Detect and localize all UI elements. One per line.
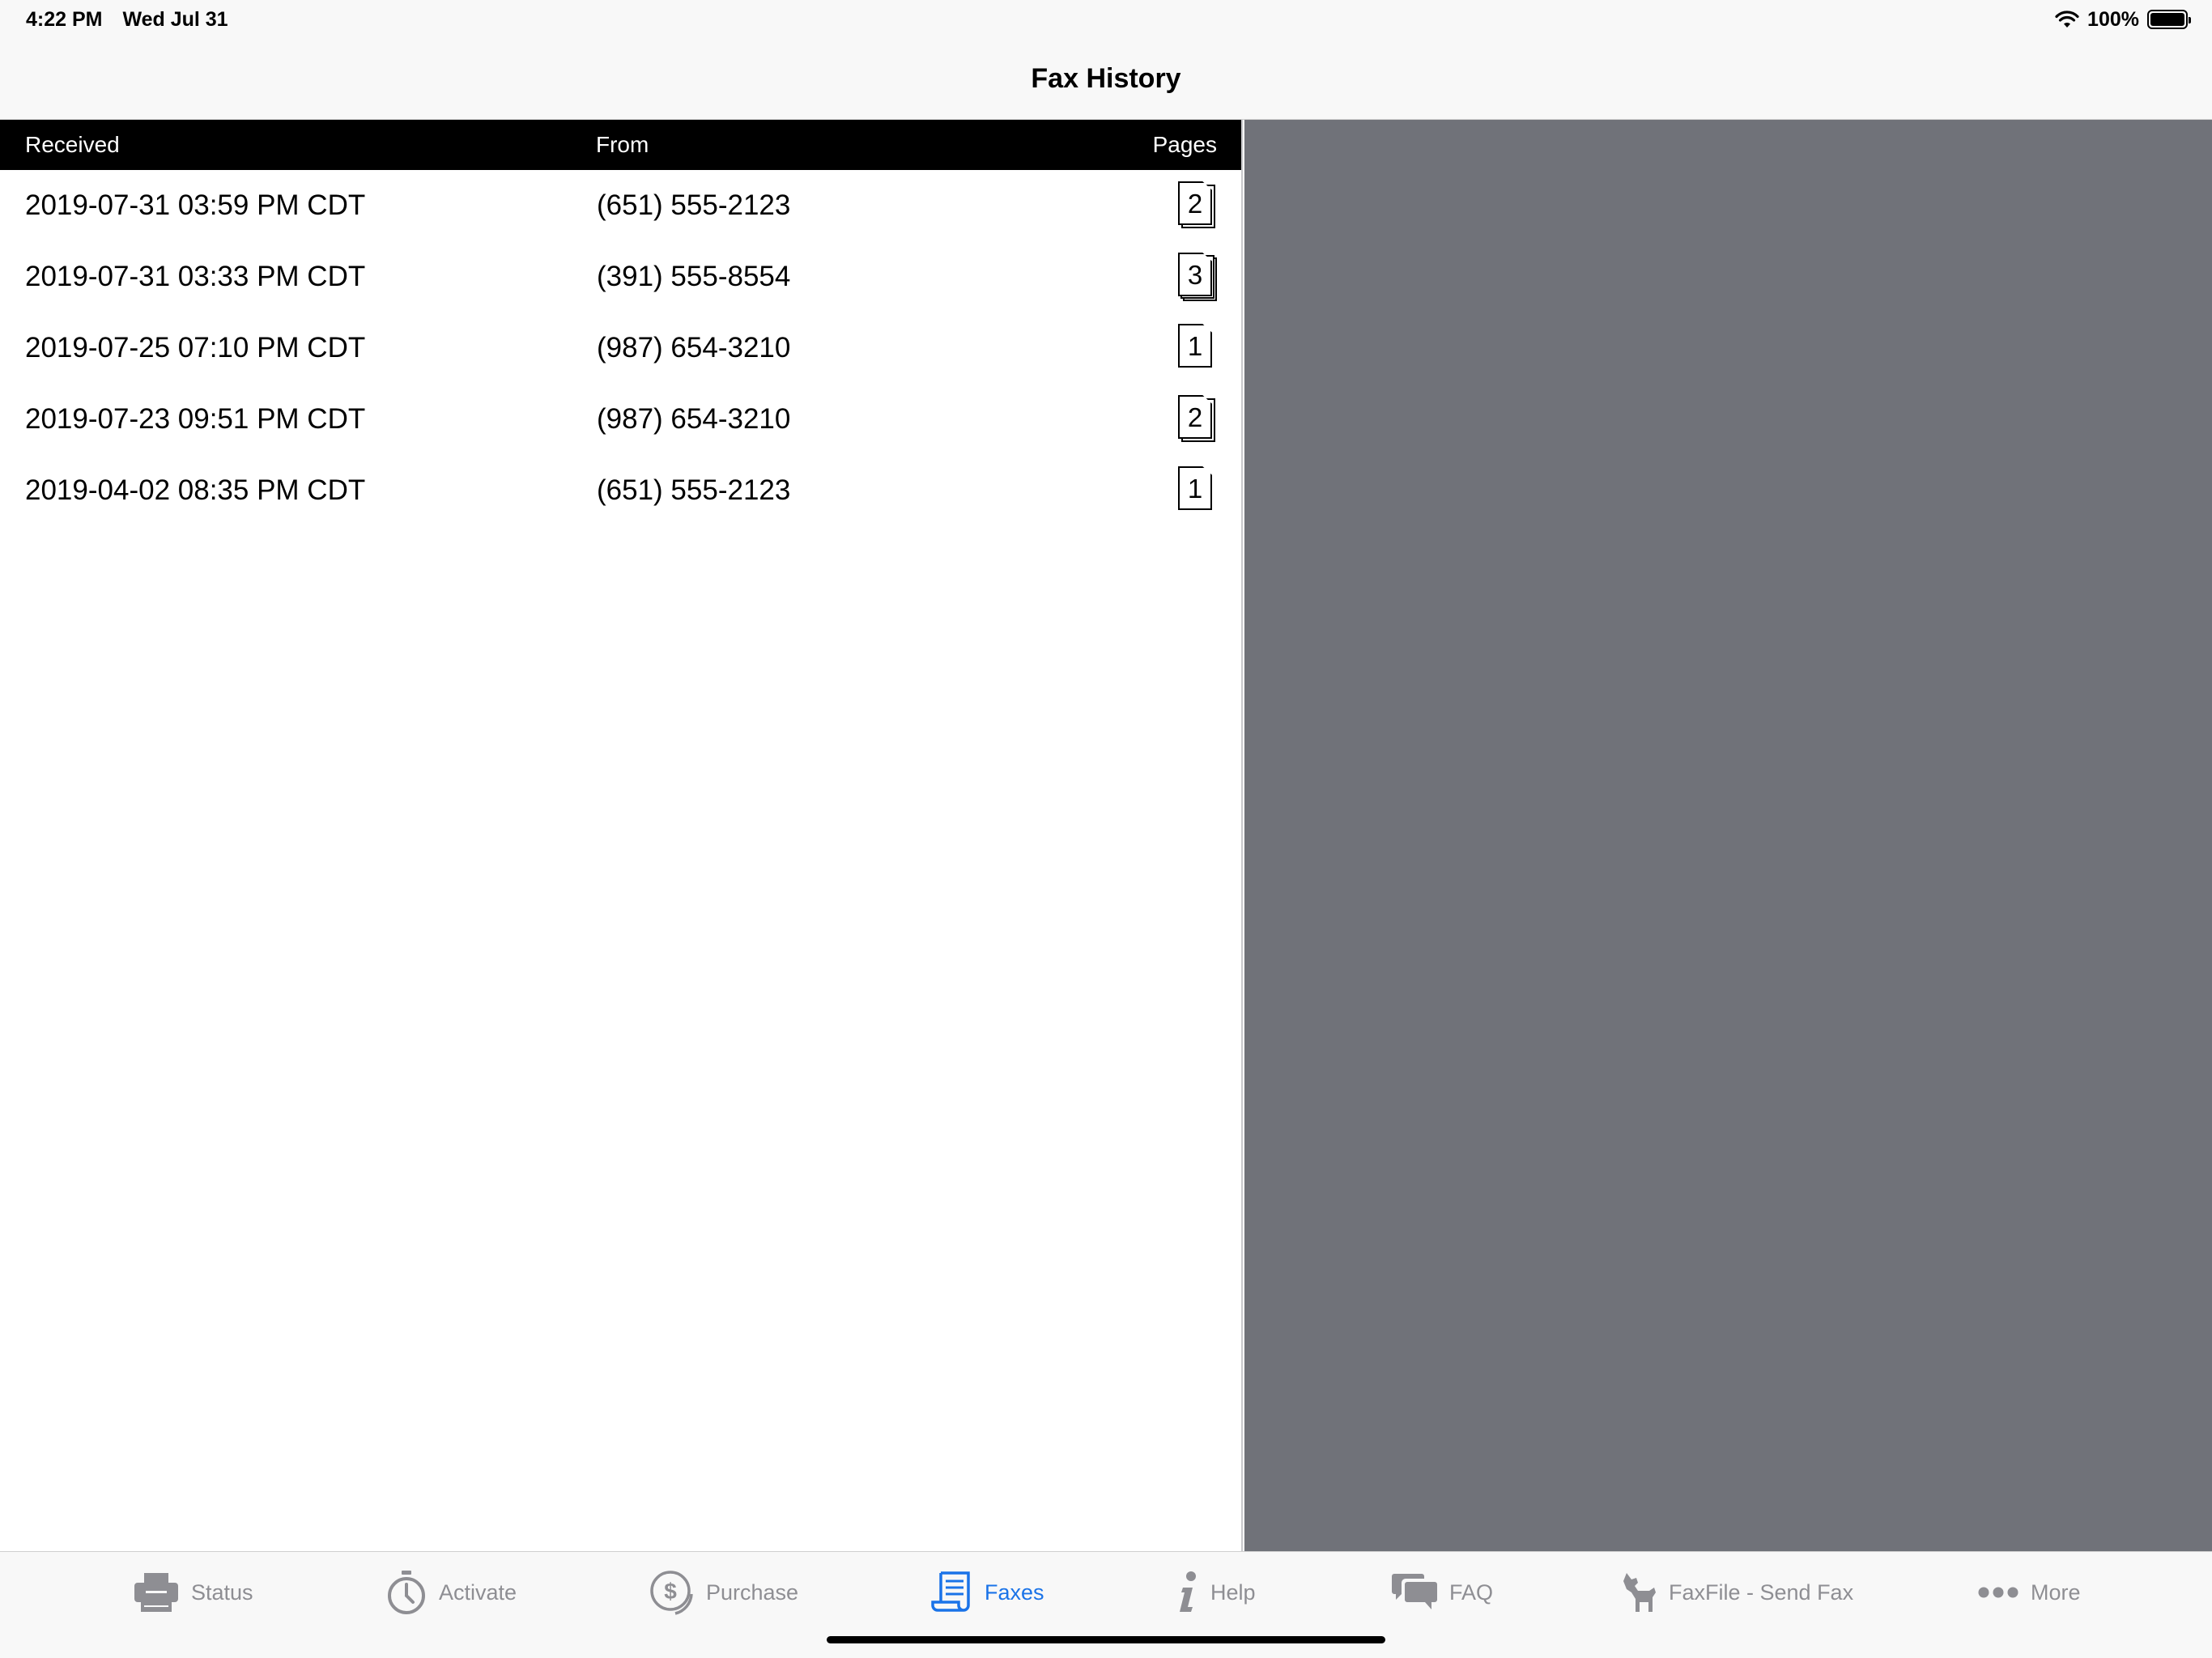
tab-label: Status <box>191 1579 253 1605</box>
received-cell: 2019-07-23 09:51 PM CDT <box>25 403 366 435</box>
page-title: Fax History <box>1031 63 1181 94</box>
table-body: 2019-07-31 03:59 PM CDT (651) 555-2123 2… <box>0 170 1241 526</box>
page-count-icon: 1 <box>1178 324 1217 371</box>
tab-label: FAQ <box>1449 1579 1494 1605</box>
home-indicator[interactable] <box>827 1636 1385 1643</box>
status-bar: 4:22 PM Wed Jul 31 100% <box>0 0 2212 39</box>
table-row[interactable]: 2019-07-31 03:33 PM CDT (391) 555-8554 3 <box>0 241 1241 312</box>
table-header: Received From Pages <box>0 120 1241 170</box>
tab-more[interactable]: More <box>1977 1570 2081 1615</box>
tab-label: Help <box>1210 1579 1256 1605</box>
tab-label: FaxFile - Send Fax <box>1669 1579 1854 1605</box>
page-count: 1 <box>1178 324 1212 368</box>
tab-label: Purchase <box>706 1579 799 1605</box>
page-count: 2 <box>1178 395 1212 439</box>
column-header-from: From <box>596 132 649 157</box>
received-cell: 2019-07-25 07:10 PM CDT <box>25 332 366 363</box>
column-header-received: Received <box>25 132 120 157</box>
fax-history-list: Received From Pages 2019-07-31 03:59 PM … <box>0 120 1243 1551</box>
table-row[interactable]: 2019-07-23 09:51 PM CDT (987) 654-3210 2 <box>0 384 1241 455</box>
page-count: 3 <box>1178 253 1212 296</box>
received-cell: 2019-07-31 03:33 PM CDT <box>25 261 366 292</box>
tab-bar: Status Activate $ Purchase Faxes Help FA… <box>0 1551 2212 1658</box>
tab-faxes[interactable]: Faxes <box>931 1570 1044 1615</box>
from-cell: (651) 555-2123 <box>597 189 791 221</box>
table-row[interactable]: 2019-07-25 07:10 PM CDT (987) 654-3210 1 <box>0 312 1241 384</box>
tab-purchase[interactable]: $ Purchase <box>649 1570 798 1615</box>
battery-percent: 100% <box>2087 7 2139 31</box>
tab-faq[interactable]: FAQ <box>1391 1570 1493 1615</box>
table-row[interactable]: 2019-07-31 03:59 PM CDT (651) 555-2123 2 <box>0 170 1241 241</box>
tab-label: Faxes <box>985 1579 1044 1605</box>
dollar-coin-icon: $ <box>650 1571 693 1615</box>
detail-pane <box>1244 120 2212 1551</box>
more-dots-icon <box>1978 1587 2018 1598</box>
tab-label: Activate <box>439 1579 517 1605</box>
column-header-pages: Pages <box>1152 132 1217 157</box>
status-right: 100% <box>2055 7 2191 32</box>
tab-activate[interactable]: Activate <box>385 1570 517 1615</box>
status-left: 4:22 PM Wed Jul 31 <box>26 8 243 32</box>
fax-machine-icon <box>134 1573 178 1612</box>
tab-status[interactable]: Status <box>133 1570 253 1615</box>
status-time: 4:22 PM <box>26 7 103 31</box>
page-count-icon: 3 <box>1178 253 1217 301</box>
table-row[interactable]: 2019-04-02 08:35 PM CDT (651) 555-2123 1 <box>0 455 1241 526</box>
tab-label: More <box>2031 1579 2081 1605</box>
page-count-icon: 2 <box>1178 181 1217 228</box>
svg-text:$: $ <box>664 1579 677 1604</box>
from-cell: (987) 654-3210 <box>597 403 791 435</box>
page-count-icon: 1 <box>1178 466 1217 513</box>
from-cell: (651) 555-2123 <box>597 474 791 506</box>
tab-faxfile-send-fax[interactable]: FaxFile - Send Fax <box>1622 1570 1853 1615</box>
from-cell: (987) 654-3210 <box>597 332 791 363</box>
received-cell: 2019-04-02 08:35 PM CDT <box>25 474 366 506</box>
info-icon <box>1180 1571 1196 1612</box>
wifi-icon <box>2055 11 2079 28</box>
status-date: Wed Jul 31 <box>122 7 228 31</box>
dog-icon <box>1623 1573 1656 1612</box>
tab-help[interactable]: Help <box>1178 1570 1256 1615</box>
received-cell: 2019-07-31 03:59 PM CDT <box>25 189 366 221</box>
scroll-document-icon <box>931 1571 970 1612</box>
battery-icon <box>2147 10 2191 29</box>
page-count: 2 <box>1178 181 1212 225</box>
page-count-icon: 2 <box>1178 395 1217 442</box>
page-count: 1 <box>1178 466 1212 510</box>
from-cell: (391) 555-8554 <box>597 261 791 292</box>
navigation-bar: Fax History <box>0 39 2212 120</box>
stopwatch-icon <box>388 1571 425 1614</box>
chat-bubbles-icon <box>1392 1574 1437 1609</box>
